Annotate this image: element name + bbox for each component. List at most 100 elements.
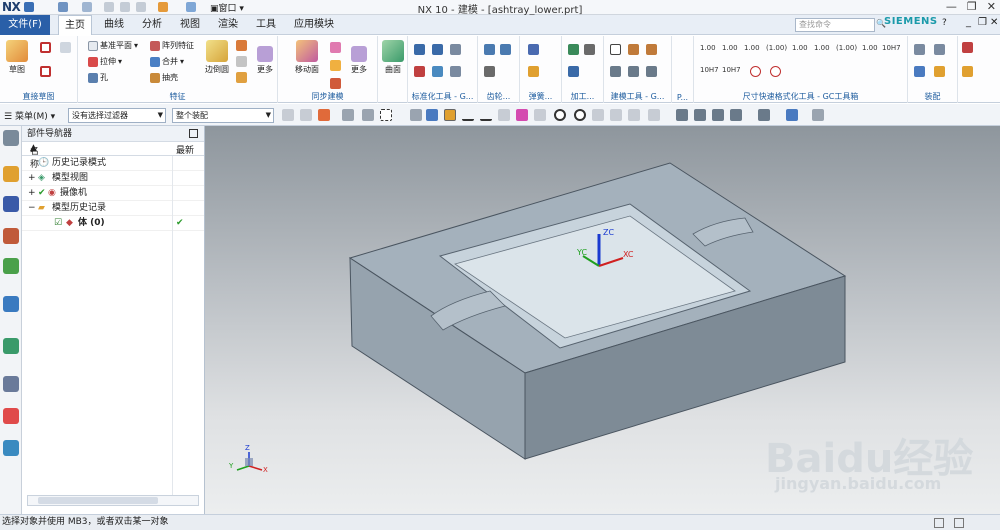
rectangle-icon[interactable] bbox=[40, 66, 51, 77]
menu-button[interactable]: ☰ 菜单(M) ▾ bbox=[4, 109, 55, 122]
pattern-feature-button[interactable]: 阵列特征 bbox=[150, 40, 194, 51]
spline-icon[interactable] bbox=[40, 42, 51, 53]
edit-section-icon[interactable] bbox=[812, 109, 824, 121]
spring-icon[interactable] bbox=[528, 44, 539, 55]
tab-home[interactable]: 主页 bbox=[58, 15, 92, 35]
orient-view-icon[interactable] bbox=[786, 109, 798, 121]
dim-5-icon[interactable]: 1.00 bbox=[792, 44, 808, 52]
ribbon-extra-icon[interactable] bbox=[962, 42, 973, 53]
dim-2-icon[interactable]: 1.00 bbox=[722, 44, 738, 52]
checkbox-icon[interactable]: ☑ bbox=[54, 216, 62, 231]
dim-10-icon[interactable]: 10H7 bbox=[700, 66, 719, 74]
tab-view[interactable]: 视图 bbox=[174, 15, 206, 35]
rotate-icon[interactable] bbox=[712, 109, 724, 121]
dim-6-icon[interactable]: 1.00 bbox=[814, 44, 830, 52]
curve-icon[interactable] bbox=[498, 109, 510, 121]
build-tool-4-icon[interactable] bbox=[610, 66, 621, 77]
build-tool-2-icon[interactable] bbox=[628, 44, 639, 55]
gear-icon[interactable] bbox=[484, 44, 495, 55]
quadrant-icon[interactable] bbox=[648, 109, 660, 121]
add-component-icon[interactable] bbox=[914, 66, 925, 77]
spring-2-icon[interactable] bbox=[528, 66, 539, 77]
chamfer-icon[interactable] bbox=[236, 40, 247, 51]
surface-button[interactable]: 曲面 bbox=[380, 40, 406, 75]
lasso-icon[interactable] bbox=[362, 109, 374, 121]
pick-icon[interactable] bbox=[342, 109, 354, 121]
move-face-button[interactable]: 移动面 bbox=[292, 40, 322, 75]
machining-3-icon[interactable] bbox=[568, 66, 579, 77]
tab-tools[interactable]: 工具 bbox=[250, 15, 282, 35]
hole-button[interactable]: 孔 bbox=[88, 72, 108, 83]
expand-icon[interactable]: + bbox=[28, 171, 36, 186]
machining-2-icon[interactable] bbox=[584, 44, 595, 55]
intersection-icon[interactable] bbox=[592, 109, 604, 121]
maximize-icon[interactable] bbox=[189, 129, 198, 138]
tree-row-history-mode[interactable]: 🕒 历史记录模式 bbox=[22, 156, 204, 171]
tab-render[interactable]: 渲染 bbox=[212, 15, 244, 35]
dim-8-icon[interactable]: 1.00 bbox=[862, 44, 878, 52]
column-latest[interactable]: 最新 bbox=[176, 143, 194, 156]
assembly-2-icon[interactable] bbox=[934, 44, 945, 55]
midpoint-icon[interactable] bbox=[534, 109, 546, 121]
tab-curve[interactable]: 曲线 bbox=[98, 15, 130, 35]
tab-applications[interactable]: 应用模块 bbox=[288, 15, 340, 35]
assembly-navigator-icon[interactable] bbox=[3, 166, 19, 182]
sync-more-button[interactable]: 更多 bbox=[348, 46, 370, 75]
extrude-button[interactable]: 拉伸 ▾ bbox=[88, 56, 122, 67]
snap-point-icon[interactable] bbox=[444, 109, 456, 121]
endpoint-icon[interactable] bbox=[628, 109, 640, 121]
dim-1-icon[interactable]: 1.00 bbox=[700, 44, 716, 52]
offset-region-icon[interactable] bbox=[330, 42, 341, 53]
triangle-icon[interactable] bbox=[610, 44, 621, 55]
expand-icon[interactable]: + bbox=[28, 186, 36, 201]
datum-plane-button[interactable]: 基准平面 ▾ bbox=[88, 40, 138, 51]
line-icon[interactable] bbox=[462, 109, 474, 121]
diameter-icon[interactable] bbox=[750, 66, 761, 77]
std-tool-2-icon[interactable] bbox=[432, 44, 443, 55]
role-icon[interactable] bbox=[3, 440, 19, 456]
shell-button[interactable]: 抽壳 bbox=[150, 72, 178, 83]
dim-11-icon[interactable]: 10H7 bbox=[722, 66, 741, 74]
select-face-icon[interactable] bbox=[410, 109, 422, 121]
collapse-icon[interactable]: − bbox=[28, 201, 36, 216]
gear-3-icon[interactable] bbox=[484, 66, 495, 77]
replace-face-icon[interactable] bbox=[330, 60, 341, 71]
palette-icon[interactable] bbox=[3, 408, 19, 424]
delete-face-icon[interactable] bbox=[330, 78, 341, 89]
dim-4-icon[interactable]: (1.00) bbox=[766, 44, 787, 52]
status-icon-2[interactable] bbox=[954, 518, 964, 528]
tree-row-model-views[interactable]: + ◈ 模型视图 bbox=[22, 171, 204, 186]
pan-icon[interactable] bbox=[730, 109, 742, 121]
dim-3-icon[interactable]: 1.00 bbox=[744, 44, 760, 52]
tree-row-body[interactable]: ☑ ◆ 体 (0) ✔ bbox=[22, 216, 204, 231]
control-point-icon[interactable] bbox=[516, 109, 528, 121]
settings-gear-icon[interactable] bbox=[3, 130, 19, 146]
reuse-library-icon[interactable] bbox=[3, 258, 19, 274]
status-icon[interactable] bbox=[934, 518, 944, 528]
diameter-2-icon[interactable] bbox=[770, 66, 781, 77]
select-edge-icon[interactable] bbox=[318, 109, 330, 121]
dim-7-icon[interactable]: (1.00) bbox=[836, 44, 857, 52]
build-tool-6-icon[interactable] bbox=[646, 66, 657, 77]
gear-2-icon[interactable] bbox=[500, 44, 511, 55]
assembly-3-icon[interactable] bbox=[934, 66, 945, 77]
doc-close-button[interactable]: ✕ bbox=[990, 17, 998, 28]
unite-button[interactable]: 合并 ▾ bbox=[150, 56, 184, 67]
tree-row-cameras[interactable]: + ✔ ◉ 摄像机 bbox=[22, 186, 204, 201]
select-feature-icon[interactable] bbox=[300, 109, 312, 121]
std-tool-5-icon[interactable] bbox=[432, 66, 443, 77]
type-filter-select[interactable]: 没有选择过滤器 ▼ bbox=[68, 108, 166, 123]
command-search-input[interactable]: 查找命令 bbox=[795, 18, 875, 32]
build-tool-5-icon[interactable] bbox=[628, 66, 639, 77]
std-tool-6-icon[interactable] bbox=[450, 66, 461, 77]
draft-icon[interactable] bbox=[236, 72, 247, 83]
edge-blend-button[interactable]: 边倒圆 bbox=[202, 40, 232, 75]
zoom-icon[interactable] bbox=[694, 109, 706, 121]
part-navigator-icon[interactable] bbox=[3, 228, 19, 244]
feature-more-button[interactable]: 更多 bbox=[254, 46, 276, 75]
std-tool-1-icon[interactable] bbox=[414, 44, 425, 55]
selection-scope-select[interactable]: 整个装配 ▼ bbox=[172, 108, 274, 123]
std-tool-3-icon[interactable] bbox=[450, 44, 461, 55]
std-tool-4-icon[interactable] bbox=[414, 66, 425, 77]
machining-icon[interactable] bbox=[568, 44, 579, 55]
